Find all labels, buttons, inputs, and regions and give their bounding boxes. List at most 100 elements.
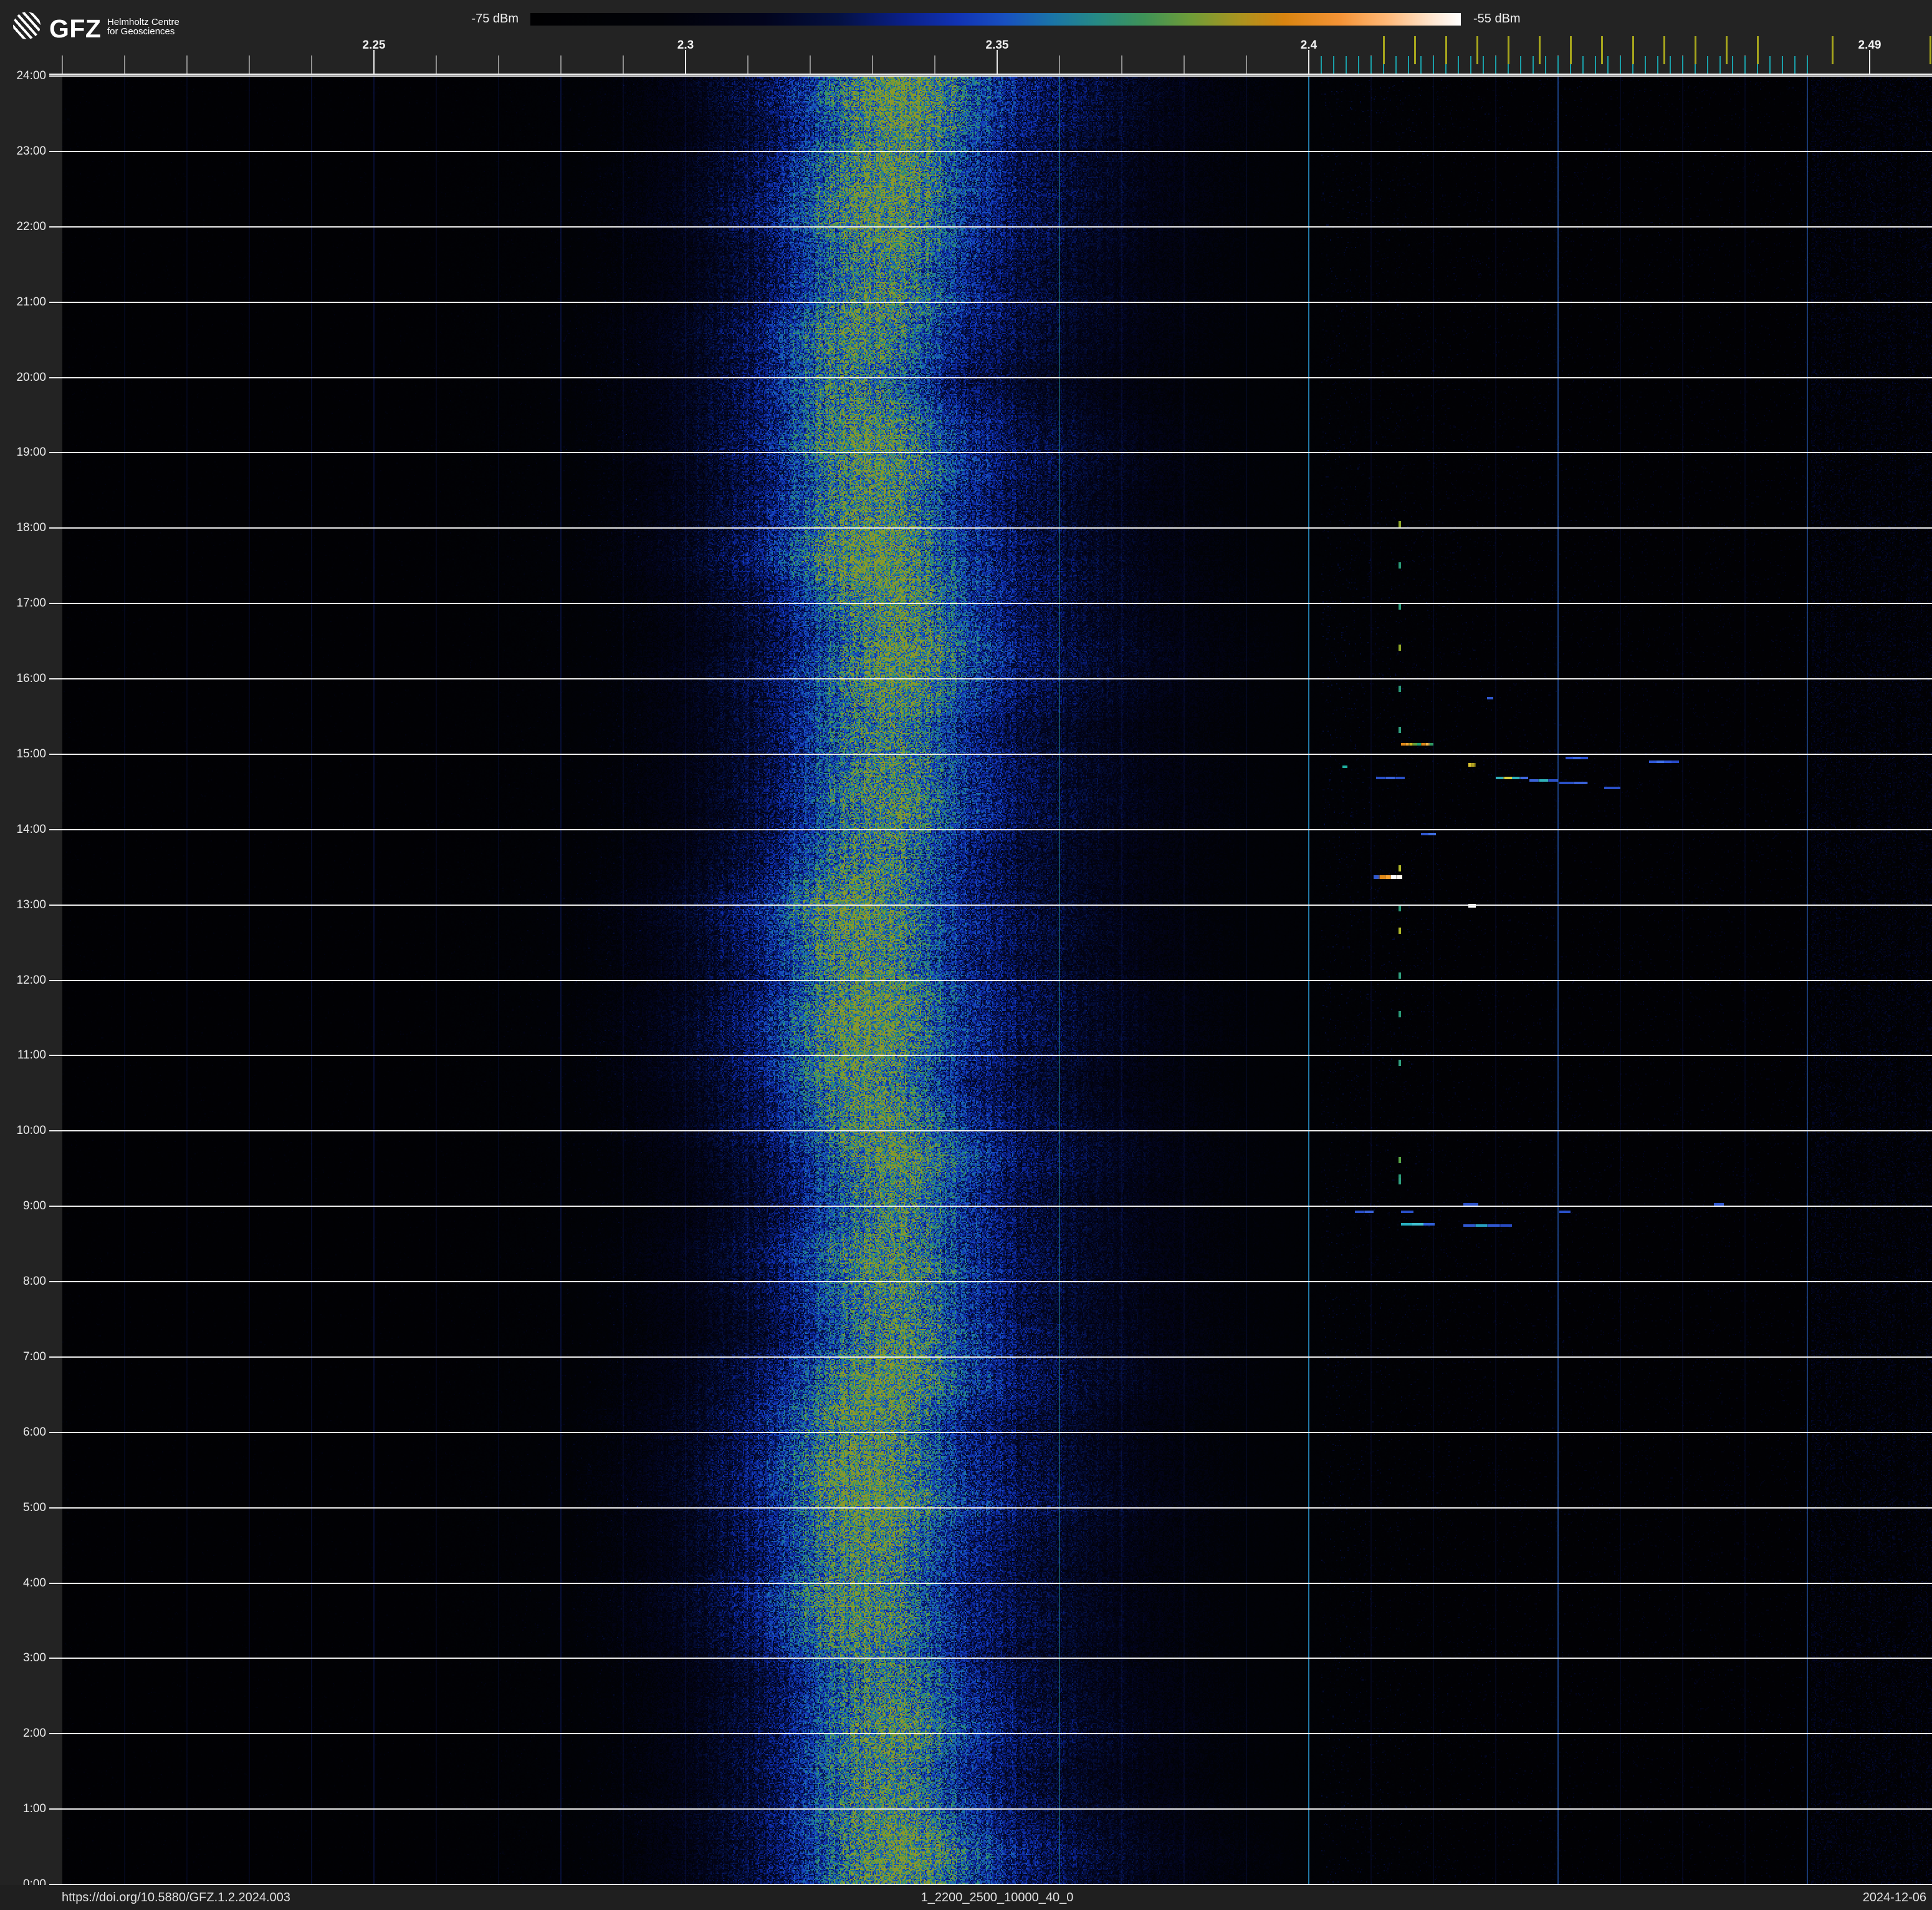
hour-gridline — [49, 754, 1932, 755]
wifi-channel-tick — [1414, 36, 1416, 64]
ble-channel-tick — [1807, 56, 1808, 74]
freq-major-tick — [997, 50, 998, 74]
ble-channel-tick — [1395, 56, 1397, 74]
time-label: 8:00 — [23, 1275, 46, 1288]
freq-major-tick — [373, 50, 375, 74]
hour-gridline — [49, 1281, 1932, 1282]
ble-channel-tick — [1657, 56, 1658, 74]
ble-channel-tick — [1458, 56, 1459, 74]
wifi-channel-tick — [1695, 36, 1696, 64]
time-label: 9:00 — [23, 1199, 46, 1212]
freq-minor-tick — [1059, 55, 1060, 74]
org-name-line2: for Geosciences — [107, 26, 175, 37]
hour-gridline — [49, 1507, 1932, 1509]
hour-gridline — [49, 1130, 1932, 1131]
time-label: 3:00 — [23, 1651, 46, 1664]
hour-gridline — [49, 1356, 1932, 1358]
time-label: 20:00 — [16, 371, 46, 384]
wifi-channel-tick — [1663, 36, 1665, 64]
hour-gridline — [49, 829, 1932, 830]
brand-text: GFZ — [49, 14, 102, 43]
freq-minor-tick — [560, 55, 562, 74]
freq-minor-tick — [810, 55, 811, 74]
time-label: 7:00 — [23, 1350, 46, 1363]
wifi-channel-tick — [1445, 36, 1447, 64]
freq-minor-tick — [1246, 55, 1247, 74]
freq-minor-tick — [1184, 55, 1185, 74]
ble-channel-tick — [1346, 56, 1347, 74]
ble-channel-tick — [1433, 56, 1434, 74]
gfz-logo-icon — [13, 12, 41, 39]
ble-channel-tick — [1732, 56, 1733, 74]
freq-tick-label: 2.35 — [985, 39, 1009, 52]
freq-major-tick — [1308, 50, 1309, 74]
freq-tick-label: 2.49 — [1858, 39, 1882, 52]
freq-minor-tick — [124, 55, 125, 74]
freq-tick-label: 2.4 — [1300, 39, 1317, 52]
time-label: 22:00 — [16, 220, 46, 233]
ble-channel-tick — [1557, 56, 1559, 74]
time-label: 13:00 — [16, 898, 46, 911]
hour-gridline — [49, 452, 1932, 453]
ble-channel-tick — [1545, 56, 1546, 74]
freq-minor-tick — [311, 55, 312, 74]
time-label: 16:00 — [16, 672, 46, 685]
hour-gridline — [49, 905, 1932, 906]
hour-gridline — [49, 1432, 1932, 1433]
ble-channel-tick — [1794, 56, 1796, 74]
ble-channel-tick — [1470, 56, 1471, 74]
wifi-channel-tick — [1476, 36, 1478, 64]
time-label: 18:00 — [16, 521, 46, 534]
header-bar: GFZ Helmholtz Centre for Geosciences -75… — [0, 0, 1932, 76]
time-label: 14:00 — [16, 823, 46, 836]
freq-minor-tick — [623, 55, 624, 74]
ble-channel-tick — [1533, 56, 1534, 74]
org-name: Helmholtz Centre for Geosciences — [107, 17, 179, 36]
hour-gridline — [49, 302, 1932, 303]
time-label: 1:00 — [23, 1802, 46, 1815]
freq-tick-label: 2.25 — [362, 39, 386, 52]
colorbar-max-label: -55 dBm — [1473, 12, 1521, 26]
ble-channel-tick — [1719, 56, 1721, 74]
date-label: 2024-12-06 — [1862, 1891, 1926, 1904]
hour-gridline — [49, 1808, 1932, 1810]
wifi-channel-tick — [1508, 36, 1509, 64]
wifi-channel-tick — [1632, 36, 1634, 64]
wifi-channel-tick — [1930, 36, 1931, 64]
time-label: 2:00 — [23, 1727, 46, 1740]
frequency-axis-line — [49, 74, 1932, 75]
time-label: 5:00 — [23, 1501, 46, 1514]
wifi-channel-tick — [1757, 36, 1759, 64]
freq-tick-label: 2.3 — [677, 39, 694, 52]
footer-bar: https://doi.org/10.5880/GFZ.1.2.2024.003… — [0, 1885, 1932, 1910]
ble-channel-tick — [1707, 56, 1708, 74]
ble-channel-tick — [1620, 56, 1621, 74]
hour-gridline — [49, 1733, 1932, 1734]
freq-minor-tick — [436, 55, 437, 74]
freq-minor-tick — [498, 55, 499, 74]
time-label: 12:00 — [16, 974, 46, 987]
org-name-line1: Helmholtz Centre — [107, 17, 179, 27]
hour-gridline — [49, 1055, 1932, 1056]
wifi-channel-tick — [1832, 36, 1834, 64]
ble-channel-tick — [1645, 56, 1646, 74]
colorbar-min-label: -75 dBm — [471, 12, 519, 26]
colorbar — [530, 13, 1461, 26]
wifi-channel-tick — [1601, 36, 1603, 64]
time-label: 21:00 — [16, 295, 46, 309]
ble-channel-tick — [1595, 56, 1596, 74]
ble-channel-tick — [1682, 56, 1683, 74]
time-label: 4:00 — [23, 1576, 46, 1590]
hour-gridline — [49, 527, 1932, 529]
ble-channel-tick — [1495, 56, 1496, 74]
wifi-channel-tick — [1383, 36, 1385, 64]
hour-gridline — [49, 226, 1932, 228]
ble-channel-tick — [1769, 56, 1771, 74]
freq-major-tick — [1869, 50, 1870, 74]
ble-channel-tick — [1408, 56, 1409, 74]
measurement-title: 1_2200_2500_10000_40_0 — [921, 1891, 1074, 1904]
time-label: 19:00 — [16, 446, 46, 459]
ble-channel-tick — [1782, 56, 1783, 74]
time-label: 6:00 — [23, 1426, 46, 1439]
ble-channel-tick — [1420, 56, 1422, 74]
